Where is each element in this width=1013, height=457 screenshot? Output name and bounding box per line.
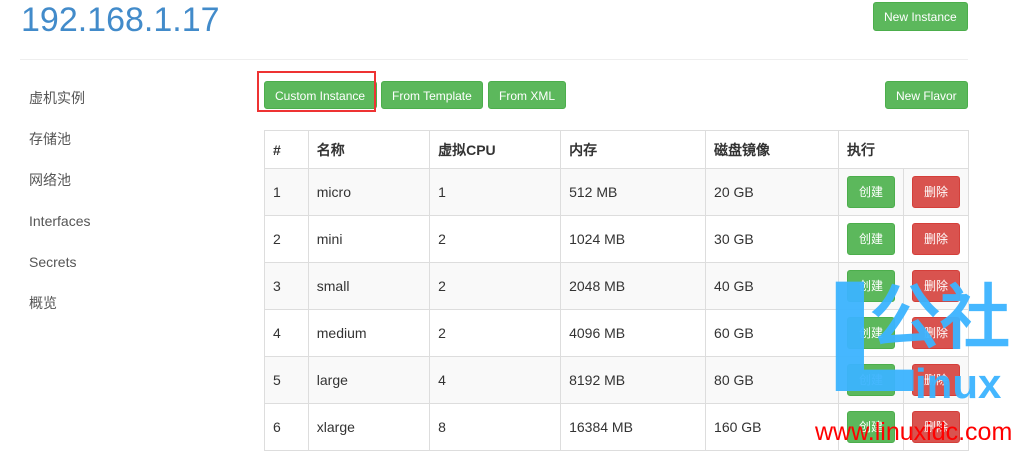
row-name: xlarge bbox=[307, 403, 431, 451]
row-disk: 30 GB bbox=[705, 215, 839, 263]
sidebar: 虚机实例 存储池 网络池 Interfaces Secrets 概览 bbox=[29, 88, 90, 334]
row-name: mini bbox=[307, 215, 431, 263]
row-vcpu: 2 bbox=[429, 262, 562, 310]
row-name: small bbox=[307, 262, 431, 310]
row-index: 3 bbox=[264, 262, 309, 310]
table-row: 3 small 2 2048 MB 40 GB 创建 删除 bbox=[264, 262, 970, 310]
row-index: 4 bbox=[264, 309, 309, 357]
action-cell: 删除 bbox=[902, 215, 970, 263]
divider bbox=[20, 59, 968, 60]
delete-button[interactable]: 删除 bbox=[911, 411, 960, 443]
row-disk: 160 GB bbox=[705, 403, 839, 451]
row-memory: 512 MB bbox=[560, 168, 707, 216]
row-index: 6 bbox=[264, 403, 309, 451]
row-name: medium bbox=[307, 309, 431, 357]
row-disk: 60 GB bbox=[705, 309, 839, 357]
row-index: 2 bbox=[264, 215, 309, 263]
col-disk: 磁盘镜像 bbox=[705, 130, 839, 169]
create-button[interactable]: 创建 bbox=[846, 176, 895, 208]
action-cell: 创建 bbox=[837, 262, 904, 310]
col-vcpu: 虚拟CPU bbox=[429, 130, 562, 169]
delete-button[interactable]: 删除 bbox=[911, 270, 960, 302]
table-row: 6 xlarge 8 16384 MB 160 GB 创建 删除 bbox=[264, 403, 970, 451]
action-cell: 创建 bbox=[837, 356, 904, 404]
flavor-table: # 名称 虚拟CPU 内存 磁盘镜像 执行 1 micro 1 512 MB 20 GB… bbox=[264, 130, 970, 451]
delete-button[interactable]: 删除 bbox=[911, 176, 960, 208]
action-cell: 创建 bbox=[837, 168, 904, 216]
create-button[interactable]: 创建 bbox=[846, 364, 895, 396]
table-row: 4 medium 2 4096 MB 60 GB 创建 删除 bbox=[264, 309, 970, 357]
row-index: 5 bbox=[264, 356, 309, 404]
table-row: 2 mini 2 1024 MB 30 GB 创建 删除 bbox=[264, 215, 970, 263]
action-cell: 删除 bbox=[902, 262, 970, 310]
sidebar-item-instances[interactable]: 虚机实例 bbox=[29, 88, 90, 129]
from-xml-button[interactable]: From XML bbox=[488, 81, 567, 109]
row-name: micro bbox=[307, 168, 431, 216]
delete-button[interactable]: 删除 bbox=[911, 317, 960, 349]
action-cell: 创建 bbox=[837, 403, 904, 451]
row-memory: 8192 MB bbox=[560, 356, 707, 404]
row-disk: 40 GB bbox=[705, 262, 839, 310]
action-cell: 删除 bbox=[902, 403, 970, 451]
from-template-button[interactable]: From Template bbox=[381, 81, 483, 109]
row-vcpu: 8 bbox=[429, 403, 562, 451]
create-button[interactable]: 创建 bbox=[846, 270, 895, 302]
row-disk: 20 GB bbox=[705, 168, 839, 216]
row-memory: 16384 MB bbox=[560, 403, 707, 451]
new-flavor-button[interactable]: New Flavor bbox=[885, 81, 968, 109]
page-title: 192.168.1.17 bbox=[21, 1, 220, 39]
action-cell: 删除 bbox=[902, 309, 970, 357]
col-actions: 执行 bbox=[837, 130, 970, 169]
row-disk: 80 GB bbox=[705, 356, 839, 404]
delete-button[interactable]: 删除 bbox=[911, 364, 960, 396]
row-name: large bbox=[307, 356, 431, 404]
sidebar-item-secrets[interactable]: Secrets bbox=[29, 252, 90, 293]
sidebar-item-interfaces[interactable]: Interfaces bbox=[29, 211, 90, 252]
create-button[interactable]: 创建 bbox=[846, 411, 895, 443]
highlight-box bbox=[257, 71, 376, 112]
col-index: # bbox=[264, 130, 309, 169]
create-button[interactable]: 创建 bbox=[846, 223, 895, 255]
col-name: 名称 bbox=[307, 130, 431, 169]
row-vcpu: 1 bbox=[429, 168, 562, 216]
row-memory: 2048 MB bbox=[560, 262, 707, 310]
row-index: 1 bbox=[264, 168, 309, 216]
table-row: 1 micro 1 512 MB 20 GB 创建 删除 bbox=[264, 168, 970, 216]
row-vcpu: 2 bbox=[429, 215, 562, 263]
row-memory: 1024 MB bbox=[560, 215, 707, 263]
delete-button[interactable]: 删除 bbox=[911, 223, 960, 255]
sidebar-item-overview[interactable]: 概览 bbox=[29, 293, 90, 334]
create-button[interactable]: 创建 bbox=[846, 317, 895, 349]
col-memory: 内存 bbox=[560, 130, 707, 169]
action-cell: 删除 bbox=[902, 168, 970, 216]
new-instance-button[interactable]: New Instance bbox=[873, 2, 968, 31]
sidebar-item-network[interactable]: 网络池 bbox=[29, 170, 90, 211]
row-memory: 4096 MB bbox=[560, 309, 707, 357]
row-vcpu: 4 bbox=[429, 356, 562, 404]
action-cell: 删除 bbox=[902, 356, 970, 404]
row-vcpu: 2 bbox=[429, 309, 562, 357]
table-row: 5 large 4 8192 MB 80 GB 创建 删除 bbox=[264, 356, 970, 404]
action-cell: 创建 bbox=[837, 215, 904, 263]
action-cell: 创建 bbox=[837, 309, 904, 357]
sidebar-item-storage[interactable]: 存储池 bbox=[29, 129, 90, 170]
